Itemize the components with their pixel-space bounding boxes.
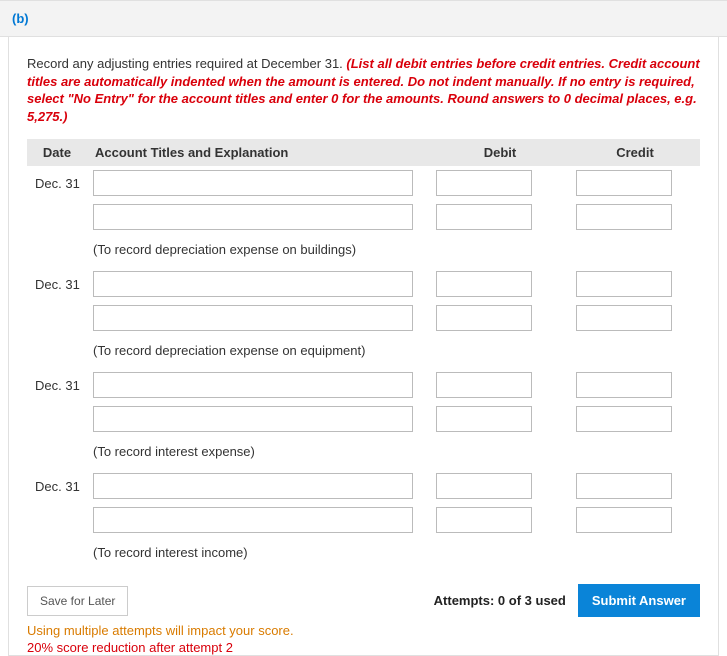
save-for-later-button[interactable]: Save for Later <box>27 586 128 616</box>
table-row: Dec. 31 <box>27 267 700 301</box>
table-row <box>27 503 700 537</box>
date-cell: Dec. 31 <box>27 267 87 301</box>
date-cell: Dec. 31 <box>27 166 87 200</box>
account-input[interactable] <box>93 170 413 196</box>
account-input[interactable] <box>93 204 413 230</box>
footer-row: Save for Later Attempts: 0 of 3 used Sub… <box>27 570 700 619</box>
table-row: (To record interest income) <box>27 537 700 570</box>
credit-input[interactable] <box>576 406 672 432</box>
table-row <box>27 200 700 234</box>
debit-input[interactable] <box>436 170 532 196</box>
account-input[interactable] <box>93 507 413 533</box>
account-input[interactable] <box>93 406 413 432</box>
table-row: Dec. 31 <box>27 166 700 200</box>
header-debit: Debit <box>430 139 570 166</box>
warning-multiple-attempts: Using multiple attempts will impact your… <box>27 623 700 638</box>
explanation: (To record interest income) <box>93 541 694 566</box>
table-row <box>27 402 700 436</box>
debit-input[interactable] <box>436 271 532 297</box>
debit-input[interactable] <box>436 204 532 230</box>
date-cell: Dec. 31 <box>27 469 87 503</box>
table-row: Dec. 31 <box>27 368 700 402</box>
debit-input[interactable] <box>436 473 532 499</box>
warning-score-reduction: 20% score reduction after attempt 2 <box>27 640 700 655</box>
footer-right: Attempts: 0 of 3 used Submit Answer <box>434 584 700 617</box>
debit-input[interactable] <box>436 406 532 432</box>
date-cell: Dec. 31 <box>27 368 87 402</box>
submit-answer-button[interactable]: Submit Answer <box>578 584 700 617</box>
question-panel: Record any adjusting entries required at… <box>8 37 719 656</box>
table-row: Dec. 31 <box>27 469 700 503</box>
debit-input[interactable] <box>436 507 532 533</box>
table-row: (To record interest expense) <box>27 436 700 469</box>
account-input[interactable] <box>93 372 413 398</box>
header-account: Account Titles and Explanation <box>87 139 430 166</box>
account-input[interactable] <box>93 473 413 499</box>
table-row <box>27 301 700 335</box>
credit-input[interactable] <box>576 170 672 196</box>
account-input[interactable] <box>93 271 413 297</box>
header-credit: Credit <box>570 139 700 166</box>
table-row: (To record depreciation expense on build… <box>27 234 700 267</box>
table-row: (To record depreciation expense on equip… <box>27 335 700 368</box>
debit-input[interactable] <box>436 372 532 398</box>
explanation: (To record interest expense) <box>93 440 694 465</box>
credit-input[interactable] <box>576 473 672 499</box>
debit-input[interactable] <box>436 305 532 331</box>
explanation: (To record depreciation expense on build… <box>93 238 694 263</box>
credit-input[interactable] <box>576 305 672 331</box>
credit-input[interactable] <box>576 507 672 533</box>
credit-input[interactable] <box>576 372 672 398</box>
credit-input[interactable] <box>576 204 672 230</box>
attempts-label: Attempts: 0 of 3 used <box>434 593 566 608</box>
tab-b[interactable]: (b) <box>12 11 29 26</box>
header-date: Date <box>27 139 87 166</box>
instructions-plain: Record any adjusting entries required at… <box>27 56 346 71</box>
explanation: (To record depreciation expense on equip… <box>93 339 694 364</box>
journal-table: Date Account Titles and Explanation Debi… <box>27 139 700 570</box>
tab-bar: (b) <box>0 0 727 37</box>
instructions: Record any adjusting entries required at… <box>27 55 700 125</box>
credit-input[interactable] <box>576 271 672 297</box>
account-input[interactable] <box>93 305 413 331</box>
